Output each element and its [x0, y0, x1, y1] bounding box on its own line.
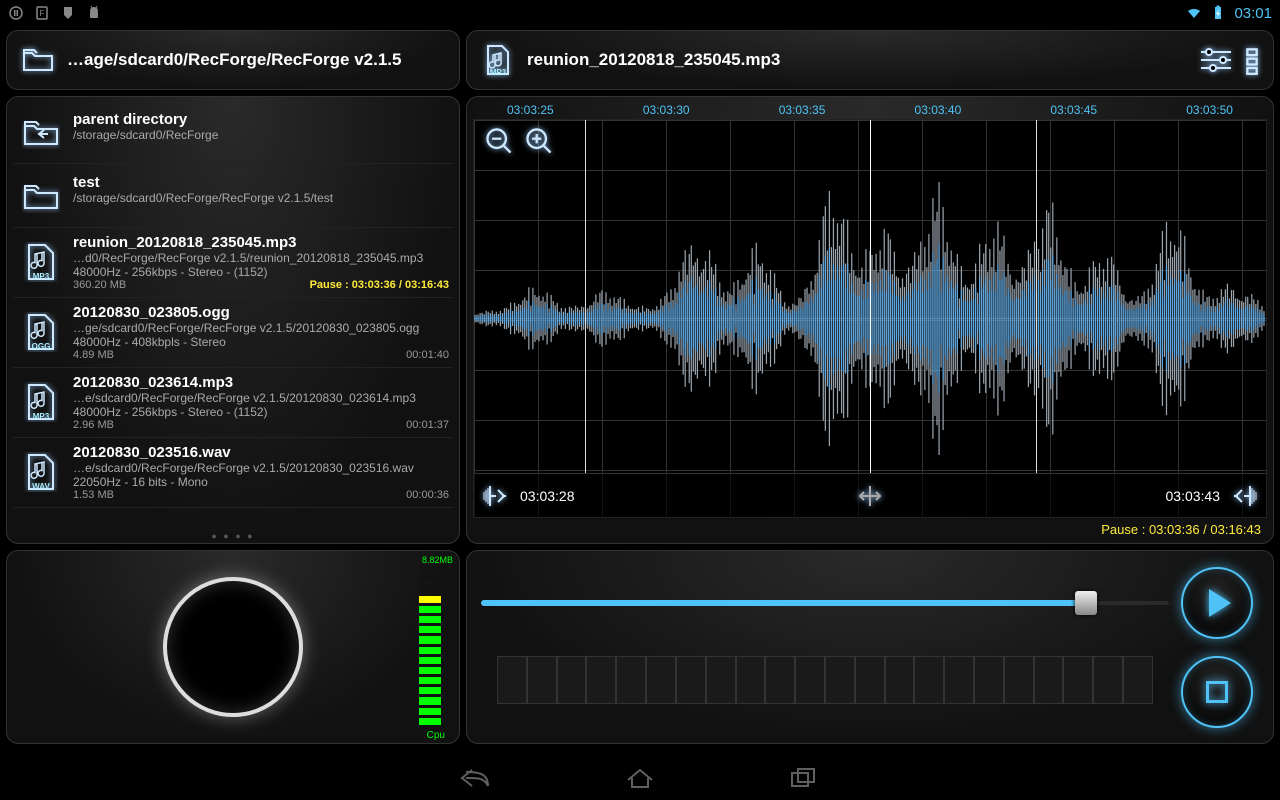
ruler-tick: 03:03:40	[915, 103, 962, 117]
left-header[interactable]: …age/sdcard0/RecForge/RecForge v2.1.5	[6, 30, 460, 90]
file-name: 20120830_023805.ogg	[73, 304, 449, 321]
status-icon	[8, 5, 24, 21]
file-name: reunion_20120818_235045.mp3	[73, 234, 449, 251]
dir-name: parent directory	[73, 111, 449, 128]
parent-directory-item[interactable]: parent directory /storage/sdcard0/RecFor…	[13, 101, 453, 164]
resize-handle[interactable]: ● ● ● ●	[211, 531, 254, 541]
selection-start-time: 03:03:28	[520, 488, 575, 504]
transport-panel	[466, 550, 1274, 744]
file-path: …d0/RecForge/RecForge v2.1.5/reunion_201…	[73, 251, 449, 265]
status-icon: F	[34, 5, 50, 21]
dir-name: test	[73, 174, 449, 191]
file-meta: 22050Hz - 16 bits - Mono	[73, 475, 449, 489]
vu-meter	[419, 565, 441, 725]
playback-status: Pause : 03:03:36 / 03:16:43	[467, 518, 1273, 543]
playhead-line[interactable]	[870, 120, 871, 473]
file-name: 20120830_023614.mp3	[73, 374, 449, 391]
file-item[interactable]: WAV 20120830_023516.wav …e/sdcard0/RecFo…	[13, 438, 453, 508]
audio-file-icon: MP3	[17, 234, 65, 291]
svg-text:WAV: WAV	[32, 482, 50, 491]
cpu-label: Cpu	[427, 730, 445, 741]
ruler-tick: 03:03:25	[507, 103, 554, 117]
folder-icon	[17, 174, 65, 216]
record-button[interactable]	[163, 577, 303, 717]
current-file: reunion_20120818_235045.mp3	[527, 50, 1187, 70]
audio-file-icon: OGG	[17, 304, 65, 361]
wifi-icon	[1186, 5, 1202, 21]
time-ruler: 03:03:25 03:03:30 03:03:35 03:03:40 03:03:45…	[467, 97, 1273, 119]
svg-text:MP3: MP3	[33, 272, 50, 281]
ruler-tick: 03:03:30	[643, 103, 690, 117]
file-path: …e/sdcard0/RecForge/RecForge v2.1.5/2012…	[73, 391, 449, 405]
file-meta: 48000Hz - 408kbpls - Stereo	[73, 335, 449, 349]
svg-text:MP3: MP3	[33, 412, 50, 421]
file-duration: 00:01:40	[406, 349, 449, 361]
file-list-panel: parent directory /storage/sdcard0/RecFor…	[6, 96, 460, 544]
playhead-marker-icon[interactable]	[856, 482, 884, 510]
memory-label: 8.82MB	[422, 555, 453, 565]
right-header: MP3 reunion_20120818_235045.mp3	[466, 30, 1274, 90]
stop-button[interactable]	[1181, 656, 1253, 728]
home-button[interactable]	[618, 764, 662, 792]
file-name: 20120830_023516.wav	[73, 444, 449, 461]
dir-path: /storage/sdcard0/RecForge	[73, 128, 449, 142]
parent-folder-icon	[17, 111, 65, 153]
file-item[interactable]: OGG 20120830_023805.ogg …ge/sdcard0/RecF…	[13, 298, 453, 368]
file-meta: 48000Hz - 256kbps - Stereo - (1152)	[73, 405, 449, 419]
svg-text:OGG: OGG	[32, 342, 51, 351]
waveform-panel: 03:03:25 03:03:30 03:03:35 03:03:40 03:03:45…	[466, 96, 1274, 544]
ruler-tick: 03:03:35	[779, 103, 826, 117]
zoom-in-icon[interactable]	[524, 126, 550, 152]
file-size: 4.89 MB	[73, 349, 114, 361]
selection-start-icon[interactable]	[482, 482, 510, 510]
file-path: …ge/sdcard0/RecForge/RecForge v2.1.5/201…	[73, 321, 449, 335]
clock: 03:01	[1234, 5, 1272, 22]
audio-thumbnail-strip[interactable]	[481, 650, 1169, 733]
folder-icon	[21, 43, 55, 77]
file-item[interactable]: MP3 reunion_20120818_235045.mp3 …d0/RecF…	[13, 228, 453, 298]
folder-item[interactable]: test /storage/sdcard0/RecForge/RecForge …	[13, 164, 453, 227]
dir-path: /storage/sdcard0/RecForge/RecForge v2.1.…	[73, 191, 449, 205]
file-duration: 00:01:37	[406, 419, 449, 431]
battery-icon	[1210, 5, 1226, 21]
zoom-out-icon[interactable]	[484, 126, 510, 152]
ruler-tick: 03:03:45	[1050, 103, 1097, 117]
waveform-area[interactable]: 03:03:28 03:03:43	[473, 119, 1267, 518]
recents-button[interactable]	[782, 764, 826, 792]
play-button[interactable]	[1181, 567, 1253, 639]
svg-text:F: F	[40, 9, 45, 18]
meter-panel: 8.82MB Cpu	[6, 550, 460, 744]
current-path: …age/sdcard0/RecForge/RecForge v2.1.5	[67, 50, 445, 70]
file-meta: 48000Hz - 256kbps - Stereo - (1152)	[73, 265, 449, 279]
svg-text:MP3: MP3	[490, 68, 507, 77]
download-icon	[60, 5, 76, 21]
file-item[interactable]: MP3 20120830_023614.mp3 …e/sdcard0/RecFo…	[13, 368, 453, 438]
selection-end-time: 03:03:43	[1166, 488, 1221, 504]
audio-file-icon: MP3	[17, 374, 65, 431]
audio-file-icon: WAV	[17, 444, 65, 501]
file-size: 360.20 MB	[73, 279, 126, 291]
file-path: …e/sdcard0/RecForge/RecForge v2.1.5/2012…	[73, 461, 449, 475]
seek-bar[interactable]	[481, 561, 1169, 644]
selection-end-line[interactable]	[1036, 120, 1037, 473]
file-duration: Pause : 03:03:36 / 03:16:43	[310, 279, 449, 291]
seek-thumb[interactable]	[1075, 591, 1097, 615]
menu-dots-icon[interactable]	[1245, 47, 1259, 73]
android-status-bar: F 03:01	[0, 0, 1280, 26]
ruler-tick: 03:03:50	[1186, 103, 1233, 117]
file-size: 2.96 MB	[73, 419, 114, 431]
selection-start-line[interactable]	[585, 120, 586, 473]
android-icon	[86, 5, 102, 21]
file-size: 1.53 MB	[73, 489, 114, 501]
back-button[interactable]	[454, 764, 498, 792]
selection-end-icon[interactable]	[1230, 482, 1258, 510]
android-nav-bar	[0, 760, 1280, 796]
sliders-icon[interactable]	[1199, 47, 1233, 73]
file-duration: 00:00:36	[406, 489, 449, 501]
mp3-file-icon: MP3	[481, 43, 515, 77]
